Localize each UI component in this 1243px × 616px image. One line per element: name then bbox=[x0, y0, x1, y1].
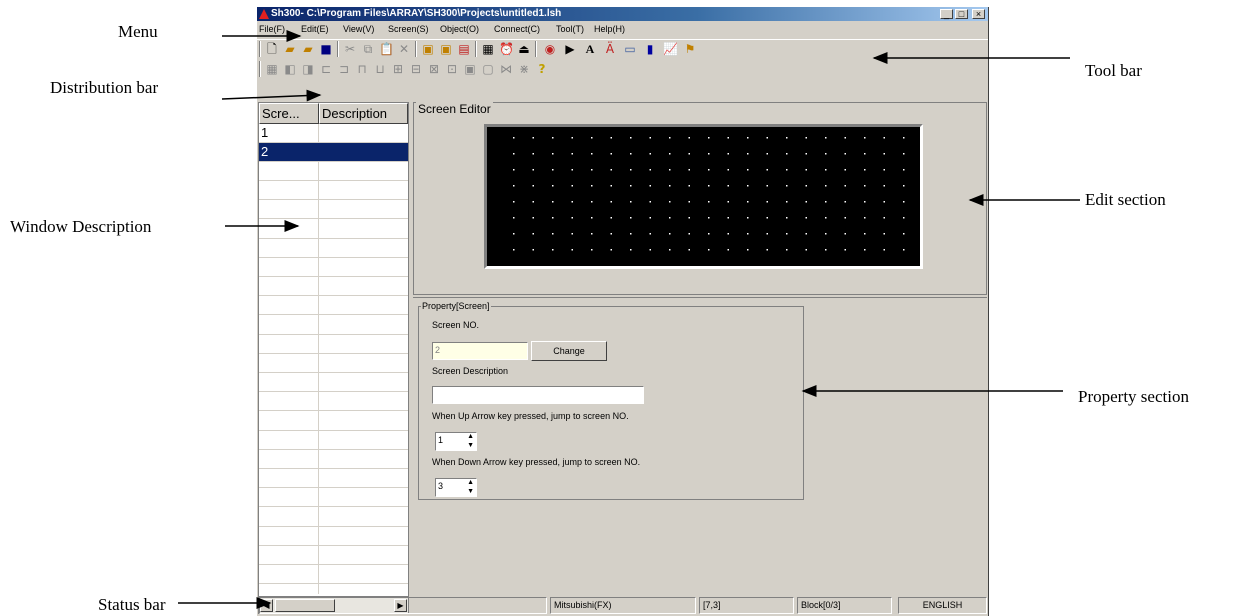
annotation-arrows bbox=[178, 30, 1080, 609]
arrow-distribution-bar bbox=[221, 89, 322, 102]
